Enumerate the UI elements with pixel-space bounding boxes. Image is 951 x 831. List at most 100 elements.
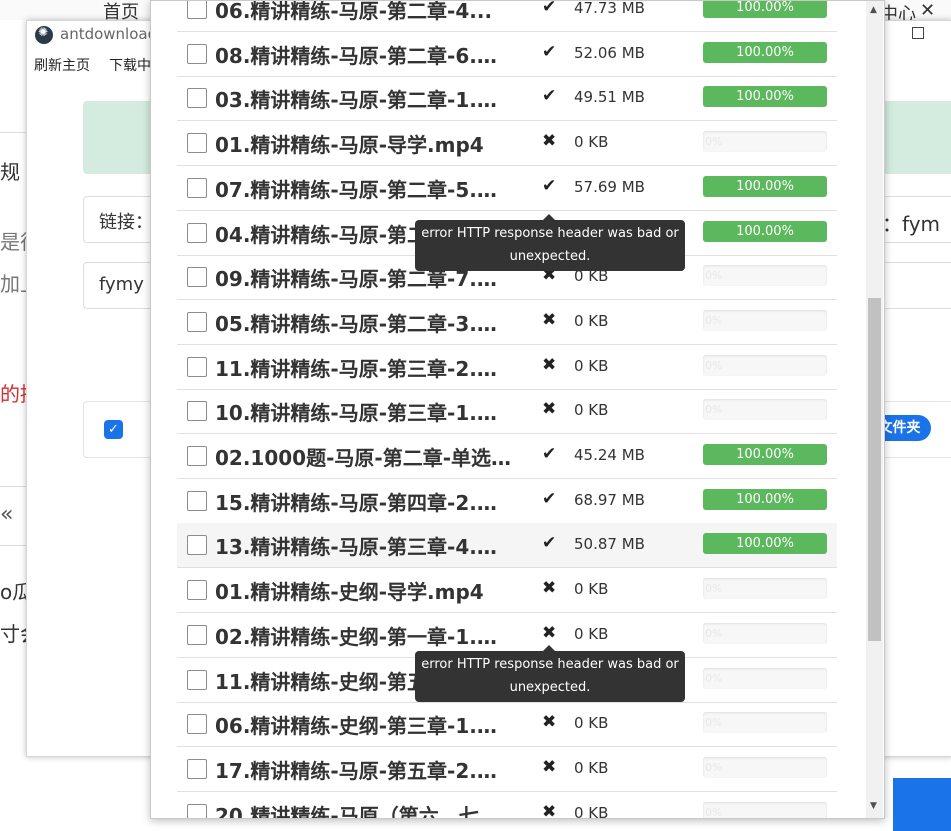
row-checkbox[interactable]	[187, 714, 207, 734]
chevron-left-icon[interactable]: «	[0, 502, 13, 527]
file-size: 0 KB	[574, 804, 609, 818]
progress-bar: 100.00%	[703, 42, 827, 63]
menu-refresh-home[interactable]: 刷新主页	[34, 55, 90, 75]
file-size: 0 KB	[574, 133, 609, 151]
check-icon: ✔	[542, 86, 557, 106]
table-row[interactable]: 07.精讲精练-马原-第二章-5.mp4 ✔ 57.69 MB 100.00%	[177, 166, 837, 211]
scroll-down-icon[interactable]: ▼	[870, 801, 877, 811]
row-checkbox[interactable]	[187, 88, 207, 108]
select-all-checkbox[interactable]: ✓	[104, 420, 123, 439]
table-row[interactable]: 06.精讲精练-史纲-第三章-1.mp4 ✖ 0 KB 0%	[177, 702, 837, 747]
progress-bar: 100.00%	[703, 533, 827, 554]
check-icon: ✔	[542, 1, 557, 17]
row-checkbox[interactable]	[187, 223, 207, 243]
progress-bar: 0%	[703, 668, 827, 689]
file-size: 52.06 MB	[574, 44, 645, 62]
table-row[interactable]: 01.精讲精练-史纲-导学.mp4 ✖ 0 KB 0%	[177, 568, 837, 613]
file-name: 05.精讲精练-马原-第二章-3.mp4	[215, 312, 515, 336]
row-checkbox[interactable]	[187, 178, 207, 198]
file-name: 03.精讲精练-马原-第二章-1.mp4	[215, 88, 515, 112]
link-field-label: 链接：	[99, 212, 153, 233]
tooltip-line: unexpected.	[509, 249, 591, 264]
row-checkbox[interactable]	[187, 401, 207, 421]
progress-text: 100.00%	[736, 447, 794, 462]
row-checkbox[interactable]	[187, 535, 207, 555]
scrollbar[interactable]: ▲ ▼	[866, 1, 883, 818]
file-size: 49.51 MB	[574, 88, 645, 106]
row-checkbox[interactable]	[187, 804, 207, 818]
file-size: 57.69 MB	[574, 178, 645, 196]
table-row[interactable]: 10.精讲精练-马原-第三章-1.mp4 ✖ 0 KB 0%	[177, 389, 837, 434]
app-logo-icon	[35, 25, 53, 44]
progress-bar: 0%	[703, 399, 827, 420]
table-row[interactable]: 17.精讲精练-马原-第五章-2.mp4 ✖ 0 KB 0%	[177, 747, 837, 792]
cross-icon: ✖	[542, 712, 557, 732]
file-size: 0 KB	[574, 312, 609, 330]
progress-text: 0%	[705, 135, 723, 148]
row-checkbox[interactable]	[187, 312, 207, 332]
table-row[interactable]: 15.精讲精练-马原-第四章-2.mp4 ✔ 68.97 MB 100.00%	[177, 479, 837, 524]
table-row[interactable]: 13.精讲精练-马原-第三章-4.mp4 ✔ 50.87 MB 100.00%	[177, 523, 837, 568]
progress-bar: 0%	[703, 355, 827, 376]
cross-icon: ✖	[542, 131, 557, 151]
row-checkbox[interactable]	[187, 267, 207, 287]
progress-text: 0%	[705, 716, 723, 729]
maximize-icon[interactable]	[912, 27, 924, 39]
table-row[interactable]: 20.精讲精练-马原（第六、七章）.mp4 ✖ 0 KB 0%	[177, 792, 837, 818]
progress-text: 0%	[705, 269, 723, 282]
table-row[interactable]: 03.精讲精练-马原-第二章-1.mp4 ✔ 49.51 MB 100.00%	[177, 76, 837, 121]
file-name: 01.精讲精练-史纲-导学.mp4	[215, 580, 484, 604]
password-field-value: fymy	[99, 274, 144, 295]
progress-bar: 100.00%	[703, 176, 827, 197]
file-size: 45.24 MB	[574, 446, 645, 464]
progress-bar: 0%	[703, 265, 827, 286]
file-size: 0 KB	[574, 357, 609, 375]
menu-downloading[interactable]: 下载中	[109, 55, 151, 75]
row-checkbox[interactable]	[187, 1, 207, 19]
background-side-text-1: 规	[0, 160, 20, 184]
row-checkbox[interactable]	[187, 580, 207, 600]
check-icon: ✔	[542, 444, 557, 464]
file-size: 68.97 MB	[574, 491, 645, 509]
row-checkbox[interactable]	[187, 133, 207, 153]
row-checkbox[interactable]	[187, 357, 207, 377]
progress-bar: 0%	[703, 623, 827, 644]
tooltip-line: error HTTP response header was bad or	[421, 657, 679, 672]
progress-bar: 0%	[703, 131, 827, 152]
row-checkbox[interactable]	[187, 44, 207, 64]
progress-text: 100.00%	[736, 1, 794, 15]
cross-icon: ✖	[542, 399, 557, 419]
cross-icon: ✖	[542, 355, 557, 375]
file-name: 17.精讲精练-马原-第五章-2.mp4	[215, 759, 515, 783]
table-row[interactable]: 05.精讲精练-马原-第二章-3.mp4 ✖ 0 KB 0%	[177, 300, 837, 345]
table-row[interactable]: 06.精讲精练-马原-第二章-4... ✔ 47.73 MB 100.00%	[177, 1, 837, 32]
progress-bar: 100.00%	[703, 489, 827, 510]
file-name: 02.精讲精练-史纲-第一章-1.mp4	[215, 625, 515, 649]
row-checkbox[interactable]	[187, 625, 207, 645]
cross-icon: ✖	[542, 310, 557, 330]
table-row[interactable]: 02.1000题-马原-第二章-单选.mp4 ✔ 45.24 MB 100.00%	[177, 434, 837, 479]
row-checkbox[interactable]	[187, 491, 207, 511]
download-list-modal: 06.精讲精练-马原-第二章-4... ✔ 47.73 MB 100.00% 08.精讲…	[150, 0, 885, 819]
table-row[interactable]: 01.精讲精练-马原-导学.mp4 ✖ 0 KB 0%	[177, 121, 837, 166]
scroll-up-icon[interactable]: ▲	[870, 5, 877, 15]
progress-bar: 0%	[703, 802, 827, 818]
table-row[interactable]: 08.精讲精练-马原-第二章-6.mp4 ✔ 52.06 MB 100.00%	[177, 32, 837, 77]
check-icon: ✔	[542, 533, 557, 553]
progress-text: 100.00%	[736, 536, 794, 551]
row-checkbox[interactable]	[187, 759, 207, 779]
progress-bar: 100.00%	[703, 86, 827, 107]
row-checkbox[interactable]	[187, 670, 207, 690]
file-name: 10.精讲精练-马原-第三章-1.mp4	[215, 401, 515, 425]
cross-icon: ✖	[542, 757, 557, 777]
scrollbar-thumb[interactable]	[868, 298, 881, 641]
background-blue-button[interactable]	[893, 778, 951, 831]
file-name: 11.精讲精练-马原-第三章-2.mp4	[215, 357, 515, 381]
file-size: 0 KB	[574, 714, 609, 732]
row-checkbox[interactable]	[187, 446, 207, 466]
table-row[interactable]: 11.精讲精练-马原-第三章-2.mp4 ✖ 0 KB 0%	[177, 345, 837, 390]
progress-bar: 100.00%	[703, 221, 827, 242]
progress-text: 0%	[705, 314, 723, 327]
close-icon[interactable]: ✕	[920, 0, 935, 21]
file-name: 15.精讲精练-马原-第四章-2.mp4	[215, 491, 515, 515]
